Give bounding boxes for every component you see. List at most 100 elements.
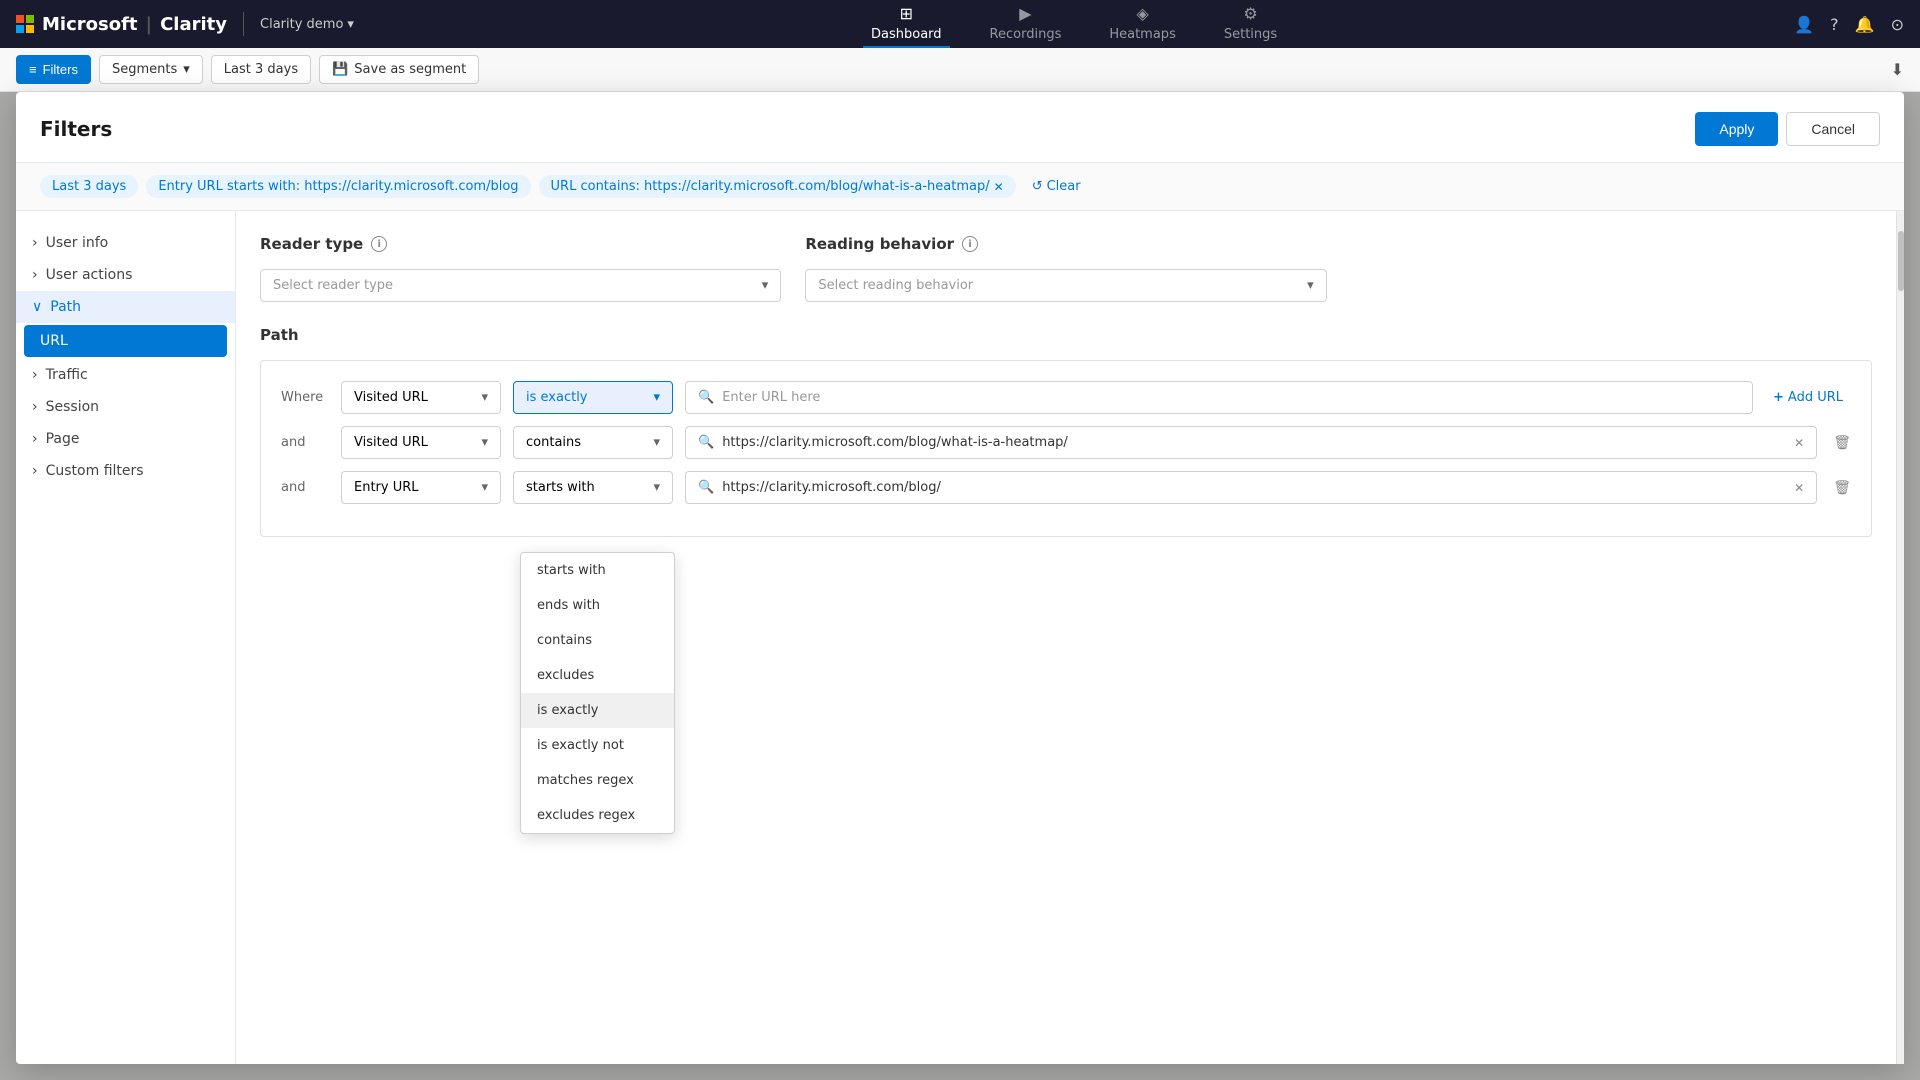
chevron-down-icon: ▾: [183, 62, 190, 77]
sidebar-item-user-info[interactable]: › User info: [16, 227, 235, 259]
apply-button[interactable]: Apply: [1695, 112, 1778, 146]
top-nav: Microsoft | Clarity Clarity demo ▾ ⊞ Das…: [0, 0, 1920, 48]
placeholder-section: [1351, 235, 1872, 302]
user-icon[interactable]: 👤: [1794, 15, 1814, 34]
path-row-2-url-type[interactable]: Visited URL ▾: [341, 426, 501, 459]
filter-icon: ≡: [29, 62, 37, 77]
chip-filter-2-text: URL contains: https://clarity.microsoft.…: [551, 179, 990, 194]
nav-label-dashboard: Dashboard: [871, 27, 942, 42]
path-row-2-condition-label: contains: [526, 435, 581, 450]
sidebar-item-traffic[interactable]: › Traffic: [16, 359, 235, 391]
path-row-1-condition[interactable]: is exactly ▾: [513, 381, 673, 414]
path-row-1-url-type[interactable]: Visited URL ▾: [341, 381, 501, 414]
sidebar-sub-item-url[interactable]: URL: [24, 325, 227, 357]
days-button[interactable]: Last 3 days: [211, 55, 311, 84]
notifications-icon[interactable]: 🔔: [1855, 15, 1875, 34]
cancel-button[interactable]: Cancel: [1786, 112, 1880, 146]
plus-icon: +: [1773, 390, 1784, 405]
add-url-label: Add URL: [1788, 390, 1843, 405]
reader-type-section: Reader type i Select reader type ▾: [260, 235, 781, 302]
nav-item-dashboard[interactable]: ⊞ Dashboard: [863, 0, 950, 48]
sidebar-item-session[interactable]: › Session: [16, 391, 235, 423]
nav-label-recordings: Recordings: [990, 27, 1062, 42]
path-row-2-condition[interactable]: contains ▾: [513, 426, 673, 459]
modal-body: › User info › User actions ∨ Path URL › …: [16, 211, 1904, 1064]
sidebar-item-custom-filters[interactable]: › Custom filters: [16, 455, 235, 487]
reader-type-label: Reader type: [260, 235, 363, 253]
path-row-3-url-type[interactable]: Entry URL ▾: [341, 471, 501, 504]
sidebar-sub-label-url: URL: [40, 333, 68, 349]
chevron-down-icon: ▾: [347, 17, 354, 32]
chevron-down-icon: ▾: [653, 480, 660, 495]
reading-behavior-label: Reading behavior: [805, 235, 954, 253]
search-icon: 🔍: [698, 390, 714, 405]
reader-type-info-icon[interactable]: i: [371, 236, 387, 252]
chevron-down-icon: ▾: [481, 435, 488, 450]
filter-sidebar: › User info › User actions ∨ Path URL › …: [16, 211, 236, 1064]
nav-project[interactable]: Clarity demo ▾: [260, 17, 354, 32]
chip-filter-2-close[interactable]: ✕: [994, 180, 1004, 194]
nav-center: ⊞ Dashboard ▶ Recordings ◈ Heatmaps ⚙ Se…: [370, 0, 1778, 48]
path-row-1-url-input[interactable]: 🔍 Enter URL here: [685, 381, 1753, 414]
sidebar-label-page: Page: [46, 431, 80, 447]
path-row-2-url-input[interactable]: 🔍 https://clarity.microsoft.com/blog/wha…: [685, 426, 1817, 459]
path-row-3-condition[interactable]: starts with ▾: [513, 471, 673, 504]
dropdown-item-is-exactly-not[interactable]: is exactly not: [521, 728, 674, 763]
chevron-down-icon: ▾: [653, 390, 660, 405]
clear-button[interactable]: ↺ Clear: [1024, 175, 1089, 198]
reading-behavior-select[interactable]: Select reading behavior ▾: [805, 269, 1326, 302]
sidebar-label-user-info: User info: [46, 235, 109, 251]
modal-actions: Apply Cancel: [1695, 112, 1880, 146]
segments-label: Segments: [112, 62, 177, 77]
url-clear-button-2[interactable]: ✕: [1794, 436, 1804, 450]
reading-behavior-info-icon[interactable]: i: [962, 236, 978, 252]
chevron-right-icon: ›: [32, 399, 38, 415]
filters-label: Filters: [43, 62, 78, 77]
path-row-2-url-type-label: Visited URL: [354, 435, 428, 450]
filters-button[interactable]: ≡ Filters: [16, 55, 91, 84]
dropdown-item-matches-regex[interactable]: matches regex: [521, 763, 674, 798]
dropdown-item-starts-with[interactable]: starts with: [521, 553, 674, 588]
microsoft-logo: [16, 15, 34, 33]
dropdown-item-is-exactly[interactable]: is exactly: [521, 693, 674, 728]
dropdown-item-ends-with[interactable]: ends with: [521, 588, 674, 623]
account-icon[interactable]: ⊙: [1891, 15, 1904, 34]
sidebar-item-page[interactable]: › Page: [16, 423, 235, 455]
chevron-down-icon: ▾: [653, 435, 660, 450]
modal-title: Filters: [40, 117, 112, 141]
path-row-1: Where Visited URL ▾ is exactly ▾ 🔍 Enter…: [281, 381, 1851, 414]
path-row-3-url-type-label: Entry URL: [354, 480, 419, 495]
nav-item-settings[interactable]: ⚙ Settings: [1216, 0, 1285, 48]
nav-item-heatmaps[interactable]: ◈ Heatmaps: [1101, 0, 1184, 48]
path-section-header: Path: [260, 326, 1872, 344]
dropdown-item-excludes-regex[interactable]: excludes regex: [521, 798, 674, 833]
reader-row: Reader type i Select reader type ▾ Readi…: [260, 235, 1872, 302]
path-filter-box: Where Visited URL ▾ is exactly ▾ 🔍 Enter…: [260, 360, 1872, 537]
path-row-3-url-input[interactable]: 🔍 https://clarity.microsoft.com/blog/ ✕: [685, 471, 1817, 504]
url-delete-button-3[interactable]: 🗑: [1833, 480, 1851, 496]
nav-item-recordings[interactable]: ▶ Recordings: [982, 0, 1070, 48]
condition-dropdown: starts with ends with contains excludes …: [520, 552, 675, 834]
reader-type-select[interactable]: Select reader type ▾: [260, 269, 781, 302]
segments-button[interactable]: Segments ▾: [99, 55, 203, 84]
sidebar-label-session: Session: [46, 399, 99, 415]
url-delete-button-2[interactable]: 🗑: [1833, 435, 1851, 451]
download-icon[interactable]: ⬇: [1891, 60, 1904, 79]
add-url-button[interactable]: + Add URL: [1765, 386, 1851, 409]
chevron-right-icon: ›: [32, 463, 38, 479]
settings-icon: ⚙: [1243, 4, 1257, 23]
save-icon: 💾: [332, 62, 348, 77]
sidebar-item-user-actions[interactable]: › User actions: [16, 259, 235, 291]
url-clear-button-3[interactable]: ✕: [1794, 481, 1804, 495]
filter-chips-bar: Last 3 days Entry URL starts with: https…: [16, 163, 1904, 211]
dropdown-item-contains[interactable]: contains: [521, 623, 674, 658]
modal-scrollbar[interactable]: [1896, 211, 1904, 1064]
reader-type-placeholder: Select reader type: [273, 278, 393, 293]
dropdown-item-excludes[interactable]: excludes: [521, 658, 674, 693]
path-row-3-condition-label: starts with: [526, 480, 595, 495]
sidebar-item-path[interactable]: ∨ Path: [16, 291, 235, 323]
path-row-1-url-type-label: Visited URL: [354, 390, 428, 405]
chevron-right-icon: ›: [32, 367, 38, 383]
help-icon[interactable]: ?: [1830, 15, 1839, 34]
save-segment-button[interactable]: 💾 Save as segment: [319, 55, 479, 84]
